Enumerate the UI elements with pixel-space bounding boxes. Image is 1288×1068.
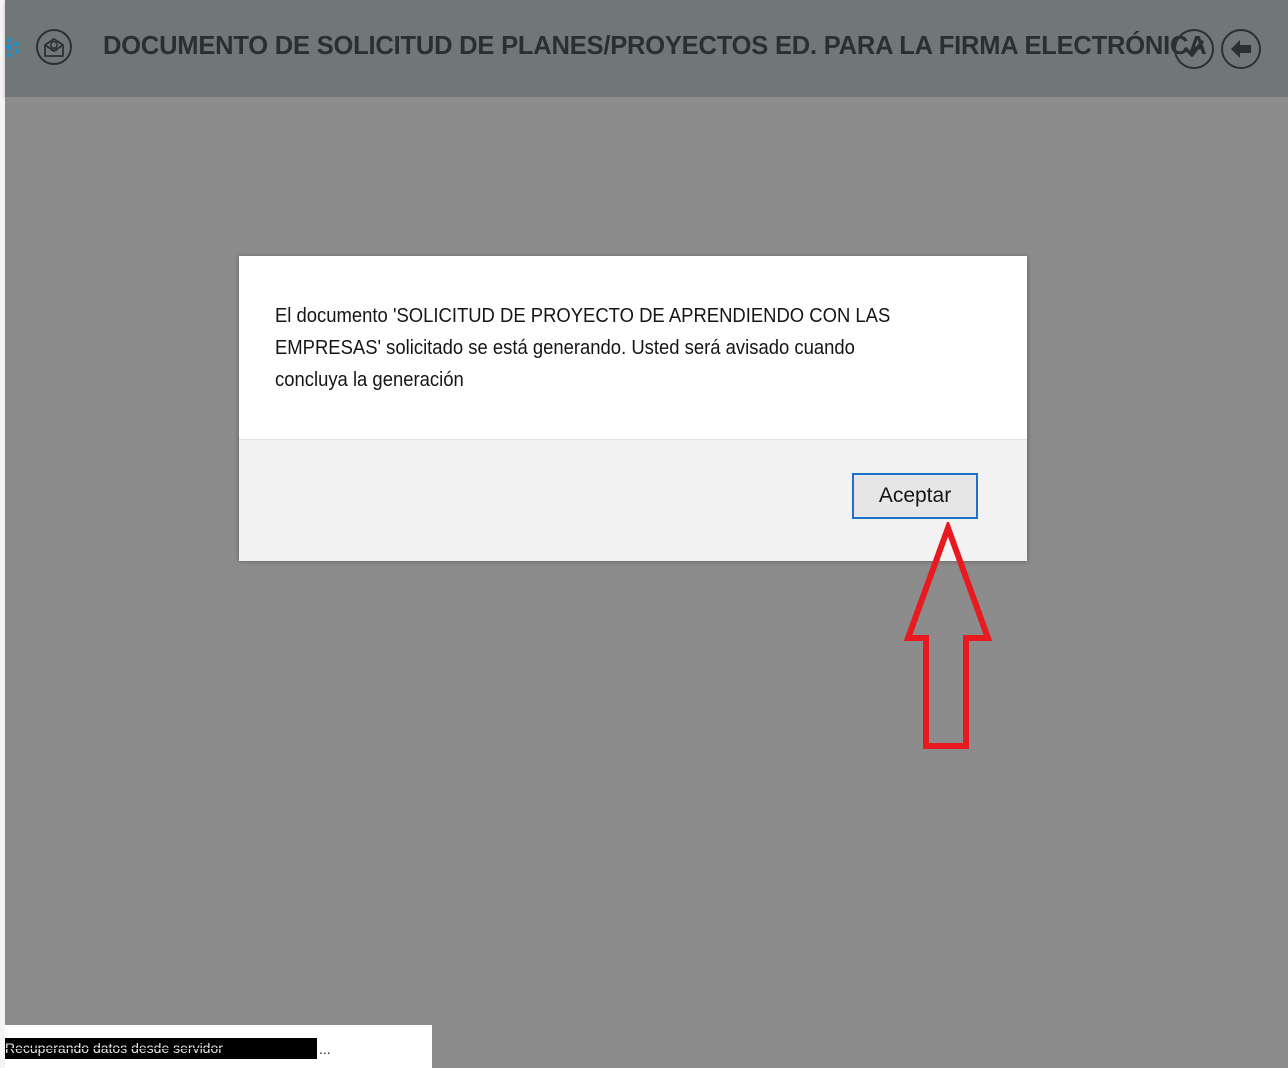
gear-icon[interactable] (5, 36, 27, 60)
dialog-message: El documento 'SOLICITUD DE PROYECTO DE A… (275, 300, 995, 396)
message-dialog: El documento 'SOLICITUD DE PROYECTO DE A… (239, 256, 1027, 561)
dialog-message-line: EMPRESAS' solicitado se está generando. … (275, 336, 855, 359)
dialog-body: El documento 'SOLICITUD DE PROYECTO DE A… (239, 256, 1027, 439)
dialog-message-line: El documento 'SOLICITUD DE PROYECTO DE A… (275, 304, 891, 327)
title-bar: DOCUMENTO DE SOLICITUD DE PLANES/PROYECT… (5, 0, 1288, 97)
dialog-message-line: concluya la generación (275, 368, 464, 391)
red-up-arrow-annotation (903, 522, 993, 749)
arrow-left-icon[interactable] (1221, 29, 1261, 69)
check-icon[interactable] (1174, 29, 1214, 69)
application-window: DOCUMENTO DE SOLICITUD DE PLANES/PROYECT… (0, 0, 1288, 1068)
page-title: DOCUMENTO DE SOLICITUD DE PLANES/PROYECT… (103, 32, 1207, 60)
redacted-status-text: Recuperando datos desde servidor (5, 1038, 317, 1059)
modal-overlay (5, 97, 1288, 1068)
envelope-certificate-icon[interactable] (36, 29, 72, 65)
status-bar: Recuperando datos desde servidor ... (5, 1025, 432, 1068)
accept-button[interactable]: Aceptar (852, 473, 978, 519)
status-ellipsis: ... (319, 1041, 331, 1057)
status-text: Recuperando datos desde servidor (5, 1040, 223, 1056)
